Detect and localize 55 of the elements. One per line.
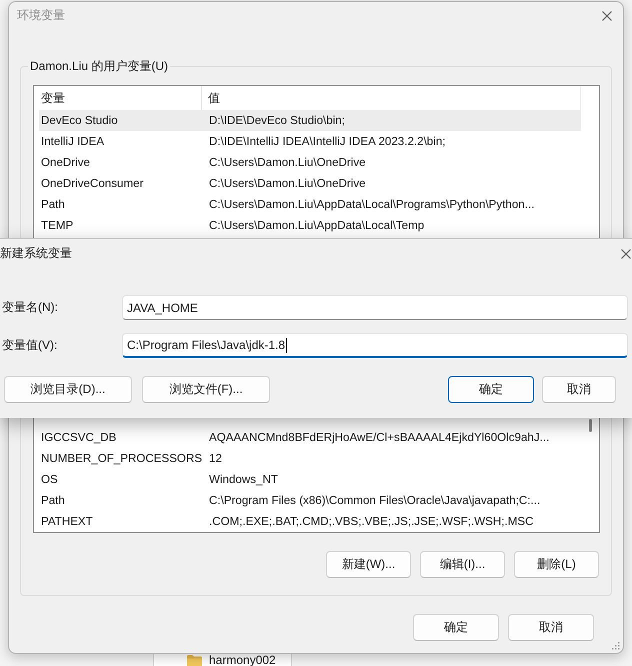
table-cell: C:\Program Files (x86)\Common Files\Oracle\Java\javapath;C:... xyxy=(209,494,540,507)
table-cell-text: IGCCSVC_DB xyxy=(40,431,118,444)
list-row[interactable]: IGCCSVC_DB AQAAANCMnd8BFdERjHoAwE/Cl+sBAAAAL4EjkdYl60Olc9ahJ... xyxy=(39,427,581,448)
list-row[interactable]: DevEco Studio D:\IDE\DevEco Studio\bin; xyxy=(39,110,581,131)
list-row[interactable]: OneDriveConsumer C:\Users\Damon.Liu\OneDrive xyxy=(39,173,581,194)
list-row[interactable]: PATHEXT .COM;.EXE;.BAT;.CMD;.VBS;.VBE;.JS;.JSE;.WSF;.WSH;.MSC xyxy=(39,511,581,532)
dialog-button[interactable]: 取消 xyxy=(542,376,616,403)
resize-grip-icon xyxy=(611,641,620,650)
close-icon xyxy=(621,248,631,258)
group-label: Damon.Liu 的用户变量(U) xyxy=(28,59,170,74)
table-cell: D:\IDE\IntelliJ IDEA\IntelliJ IDEA 2023.2.2\bin; xyxy=(209,135,446,148)
dialog-button[interactable]: 取消 xyxy=(508,614,594,641)
field-label: 变量名(N): xyxy=(2,299,59,316)
table-cell-text: DevEco Studio xyxy=(40,114,119,127)
table-cell: 12 xyxy=(209,452,222,465)
table-cell-text: Path xyxy=(40,494,66,507)
dialog-button[interactable]: 确定 xyxy=(448,376,534,403)
list-row[interactable]: IntelliJ IDEA D:\IDE\IntelliJ IDEA\IntelliJ IDEA 2023.2.2\bin; xyxy=(39,131,581,152)
scroll-thumb[interactable] xyxy=(589,419,592,432)
list-row[interactable]: NUMBER_OF_PROCESSORS 12 xyxy=(39,448,581,469)
table-cell-text: OS xyxy=(40,473,59,486)
close-icon xyxy=(602,10,612,20)
field-label: 变量值(V): xyxy=(2,337,58,354)
table-cell-text: PATHEXT xyxy=(40,515,94,528)
dialog-button[interactable]: 确定 xyxy=(413,614,499,641)
table-cell: C:\Users\Damon.Liu\AppData\Local\Programs\Python\Python... xyxy=(209,198,534,211)
list-action-button[interactable]: 新建(W)... xyxy=(326,551,411,578)
browse-button[interactable]: 浏览文件(F)... xyxy=(142,376,270,403)
list-row[interactable]: Path C:\Program Files (x86)\Common Files\Oracle\Java\javapath;C:... xyxy=(39,490,581,511)
text-field[interactable]: C:\Program Files\Java\jdk-1.8 xyxy=(122,333,628,358)
window-title: 新建系统变量 xyxy=(0,246,72,261)
list-action-button[interactable]: 编辑(I)... xyxy=(420,551,505,578)
table-cell-text: OneDriveConsumer xyxy=(40,177,144,190)
window-title: 环境变量 xyxy=(17,8,65,23)
text-cursor-icon xyxy=(286,338,288,352)
text-field[interactable]: JAVA_HOME xyxy=(122,295,628,320)
table-cell: C:\Users\Damon.Liu\OneDrive xyxy=(209,177,366,190)
table-cell: D:\IDE\DevEco Studio\bin; xyxy=(209,114,345,127)
list-row[interactable]: OneDrive C:\Users\Damon.Liu\OneDrive xyxy=(39,152,581,173)
list-row[interactable]: TEMP C:\Users\Damon.Liu\AppData\Local\Temp xyxy=(39,215,581,236)
table-cell-text: NUMBER_OF_PROCESSORS xyxy=(40,452,204,465)
table-cell-text: IntelliJ IDEA xyxy=(40,135,106,148)
browse-button[interactable]: 浏览目录(D)... xyxy=(4,376,132,403)
list-row[interactable]: Path C:\Users\Damon.Liu\AppData\Local\Programs\Python\Python... xyxy=(39,194,581,215)
table-cell-text: OneDrive xyxy=(40,156,91,169)
table-cell: .COM;.EXE;.BAT;.CMD;.VBS;.VBE;.JS;.JSE;.WSF;.WSH;.MSC xyxy=(209,515,534,528)
table-cell: C:\Users\Damon.Liu\AppData\Local\Temp xyxy=(209,219,424,232)
folder-icon xyxy=(187,654,202,666)
table-cell-text: TEMP xyxy=(40,219,74,232)
table-cell: C:\Users\Damon.Liu\OneDrive xyxy=(209,156,366,169)
list-action-button[interactable]: 删除(L) xyxy=(514,551,599,578)
table-cell: AQAAANCMnd8BFdERjHoAwE/Cl+sBAAAAL4EjkdYl60Olc9ahJ... xyxy=(209,431,550,444)
list-row[interactable]: OS Windows_NT xyxy=(39,469,581,490)
table-cell: Windows_NT xyxy=(209,473,278,486)
table-cell-text: Path xyxy=(40,198,66,211)
